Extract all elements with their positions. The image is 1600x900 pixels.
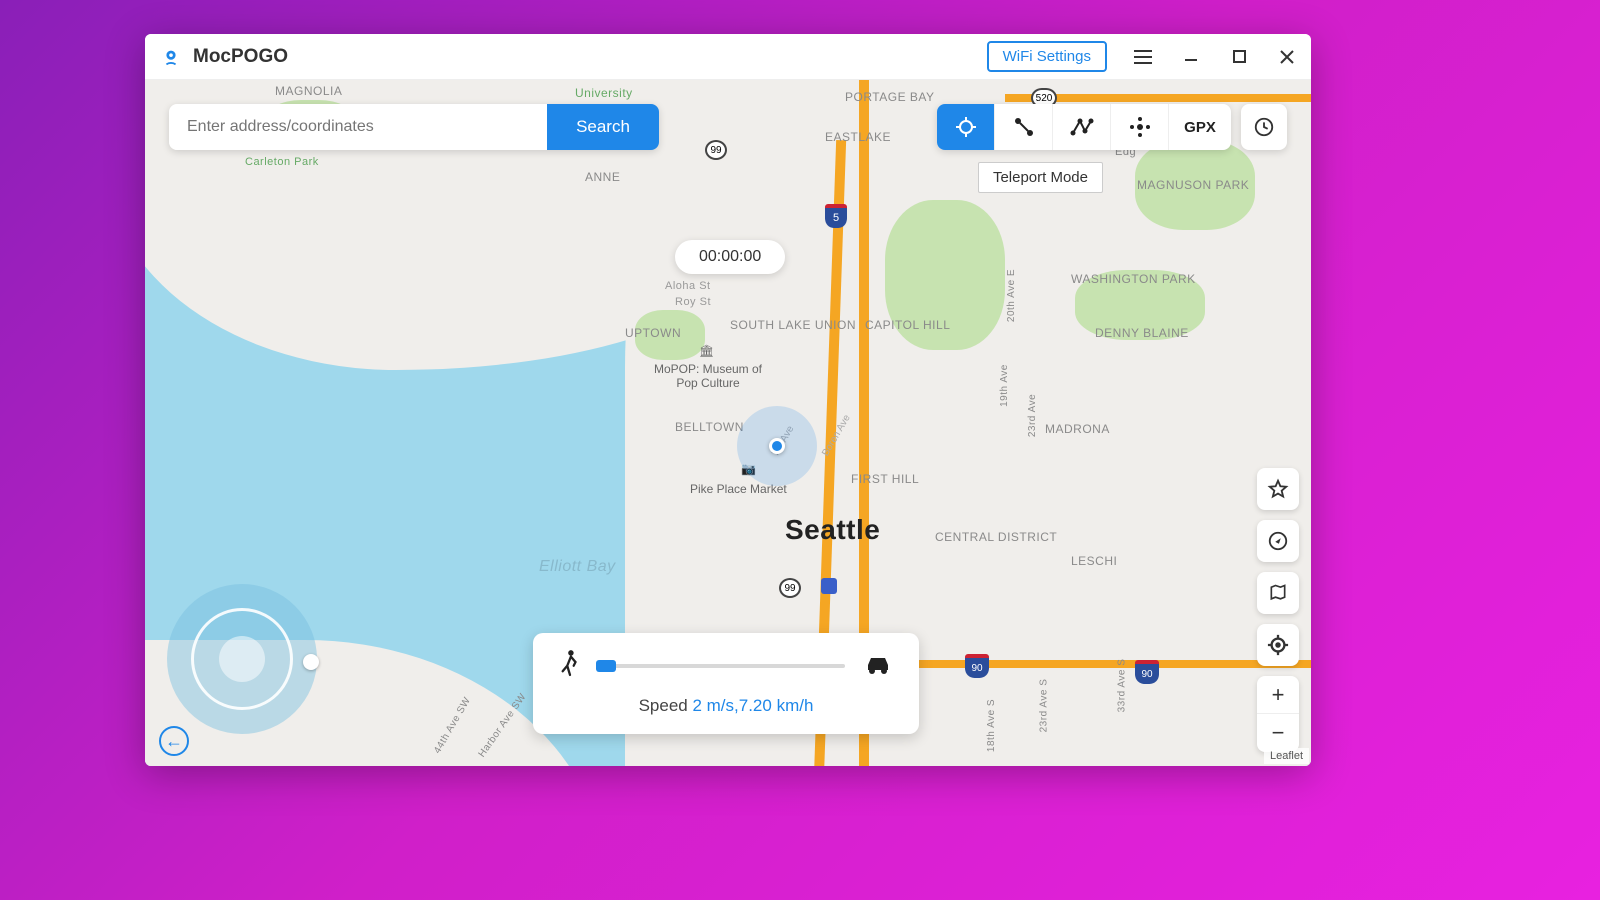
map-label: LESCHI xyxy=(1071,554,1117,568)
map-street-label: 33rd Ave S xyxy=(1116,659,1127,713)
clipboard-button[interactable] xyxy=(1257,572,1299,614)
map-label: BELLTOWN xyxy=(675,420,744,434)
locate-icon xyxy=(1267,634,1289,656)
plus-icon: + xyxy=(1272,682,1285,708)
map-label: CENTRAL DISTRICT xyxy=(935,530,1015,544)
favorites-button[interactable] xyxy=(1257,468,1299,510)
location-pin-icon xyxy=(769,438,785,454)
map-label: DENNY BLAINE xyxy=(1095,326,1165,340)
zoom-out-button[interactable]: − xyxy=(1257,714,1299,752)
star-icon xyxy=(1267,478,1289,500)
highway-shield-icon: 99 xyxy=(705,140,727,160)
route-multi-icon xyxy=(1069,115,1095,139)
titlebar: MocPOGO WiFi Settings xyxy=(145,34,1311,80)
joystick-handle-icon xyxy=(303,654,319,670)
transit-station-icon xyxy=(821,578,837,594)
map-label: MAGNOLIA xyxy=(275,84,342,98)
gpx-import-button[interactable]: GPX xyxy=(1169,104,1231,150)
map-label: University xyxy=(575,86,633,100)
zoom-controls: + − xyxy=(1257,676,1299,752)
map-city-label: Seattle xyxy=(785,514,880,546)
joystick-dots-icon xyxy=(1128,115,1152,139)
map-label: MADRONA xyxy=(1045,422,1110,436)
map-label: WASHINGTON PARK xyxy=(1071,272,1171,286)
map-label: EASTLAKE xyxy=(825,130,891,144)
map-street-label: 23rd Ave xyxy=(1027,394,1038,437)
map-fold-icon xyxy=(1268,582,1288,604)
map-street-label: 18th Ave S xyxy=(986,699,997,752)
map-label: SOUTH LAKE UNION xyxy=(730,318,820,332)
clock-icon xyxy=(1253,116,1275,138)
app-title: MocPOGO xyxy=(193,46,987,68)
car-icon xyxy=(863,651,893,680)
map-attribution: Leaflet xyxy=(1264,748,1309,764)
map-street-label: 19th Ave xyxy=(999,364,1010,407)
map-poi-label: MoPOP: Museum of Pop Culture xyxy=(643,362,773,390)
zoom-in-button[interactable]: + xyxy=(1257,676,1299,714)
wifi-settings-button[interactable]: WiFi Settings xyxy=(987,41,1107,72)
current-location-marker xyxy=(737,406,817,486)
walk-icon xyxy=(559,649,581,682)
app-window: MocPOGO WiFi Settings xyxy=(145,34,1311,766)
map-label: Roy St xyxy=(675,296,711,308)
hamburger-menu-icon[interactable] xyxy=(1133,47,1153,67)
jump-mode-button[interactable] xyxy=(1111,104,1169,150)
back-button[interactable]: ← xyxy=(159,726,189,756)
app-logo-icon xyxy=(159,45,183,69)
multi-spot-mode-button[interactable] xyxy=(1053,104,1111,150)
history-button[interactable] xyxy=(1241,104,1287,150)
search-input[interactable] xyxy=(169,104,547,150)
timer-display: 00:00:00 xyxy=(675,240,785,274)
speed-slider[interactable] xyxy=(599,664,845,668)
mode-group: GPX xyxy=(937,104,1231,150)
interstate-shield-icon: 90 xyxy=(965,654,989,678)
map-street-label: 20th Ave E xyxy=(1006,269,1017,322)
map-label: Carleton Park xyxy=(245,156,319,168)
minimize-button[interactable] xyxy=(1181,47,1201,67)
minus-icon: − xyxy=(1272,720,1285,746)
map-label: PORTAGE BAY xyxy=(845,90,935,104)
map-label: MAGNUSON PARK xyxy=(1137,178,1227,192)
compass-icon xyxy=(1267,530,1289,552)
teleport-mode-button[interactable] xyxy=(937,104,995,150)
map-label: FIRST HILL xyxy=(851,472,919,486)
map-label: ANNE xyxy=(585,170,620,184)
window-controls xyxy=(1133,47,1297,67)
locate-button[interactable] xyxy=(1257,624,1299,666)
highway-shield-icon: 99 xyxy=(779,578,801,598)
search-button[interactable]: Search xyxy=(547,104,659,150)
speed-panel: Speed 2 m/s,7.20 km/h xyxy=(533,633,919,734)
compass-button[interactable] xyxy=(1257,520,1299,562)
map-label: UPTOWN xyxy=(625,326,681,340)
interstate-shield-icon: 90 xyxy=(1135,660,1159,684)
slider-thumb-icon xyxy=(596,660,616,672)
speed-readout: Speed 2 m/s,7.20 km/h xyxy=(559,696,893,716)
map-street-label: 23rd Ave S xyxy=(1038,679,1049,733)
map-label: Aloha St xyxy=(665,280,711,292)
map-label: CAPITOL HILL xyxy=(865,318,945,332)
mode-toolbar: GPX xyxy=(937,104,1287,150)
interstate-shield-icon: 5 xyxy=(825,204,847,228)
maximize-button[interactable] xyxy=(1229,47,1249,67)
virtual-joystick[interactable] xyxy=(167,584,317,734)
crosshair-icon xyxy=(954,115,978,139)
route-two-icon xyxy=(1012,115,1036,139)
mode-tooltip: Teleport Mode xyxy=(978,162,1103,193)
side-tools: + − xyxy=(1257,468,1299,752)
arrow-left-icon: ← xyxy=(165,731,183,752)
map-water-label: Elliott Bay xyxy=(539,558,616,576)
close-button[interactable] xyxy=(1277,47,1297,67)
museum-icon: 🏛 xyxy=(699,344,713,356)
map-canvas[interactable]: MAGNOLIA University PORTAGE BAY ANNE EAS… xyxy=(145,80,1311,766)
two-spot-mode-button[interactable] xyxy=(995,104,1053,150)
search-bar: Search xyxy=(169,104,659,150)
speed-label-prefix: Speed xyxy=(639,696,693,715)
speed-value: 2 m/s,7.20 km/h xyxy=(692,696,813,715)
